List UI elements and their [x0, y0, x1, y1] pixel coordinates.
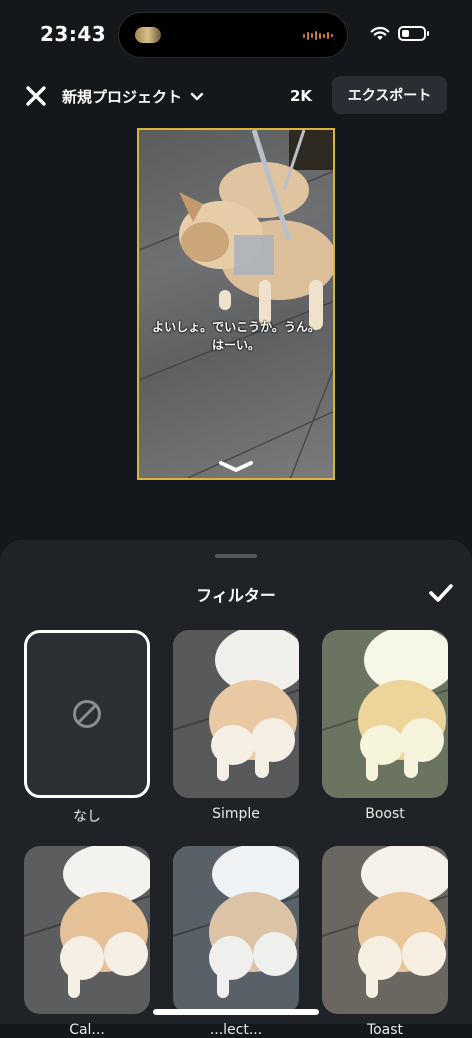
filter-label: なし — [73, 809, 101, 825]
prohibited-icon — [73, 700, 101, 728]
dog-tail-image — [173, 630, 299, 798]
editor-toolbar: 新規プロジェクト 2K エクスポート — [0, 76, 472, 116]
filter-thumbnail — [24, 846, 150, 1014]
filter-thumbnail — [322, 630, 448, 798]
audio-waveform-icon — [303, 31, 333, 40]
sheet-title: フィルター — [196, 586, 276, 605]
resolution-button[interactable]: 2K — [290, 87, 312, 105]
dog-tail-image — [322, 846, 448, 1014]
subtitle-caption[interactable]: よいしょ。でいこうか。うん。はーい。 — [149, 318, 323, 354]
chevron-down-icon[interactable] — [218, 460, 254, 474]
project-title: 新規プロジェクト — [62, 88, 183, 106]
checkmark-icon[interactable] — [428, 582, 454, 604]
dog-tail-image — [24, 846, 150, 1014]
video-preview[interactable]: よいしょ。でいこうか。うん。はーい。 — [137, 128, 335, 480]
preview-frame-image — [139, 130, 333, 478]
home-indicator[interactable] — [153, 1009, 319, 1015]
now-playing-thumbnail — [135, 27, 161, 43]
status-bar: 23:43 — [0, 0, 472, 70]
close-icon[interactable] — [24, 84, 48, 108]
filter-label: Boost — [365, 806, 405, 822]
filter-thumbnail — [24, 630, 150, 798]
filter-sheet: フィルター なし Simple Boost Cal... ...lect... … — [0, 540, 472, 1038]
sheet-grabber[interactable] — [215, 554, 257, 558]
filter-item-boost[interactable]: Boost — [322, 630, 448, 822]
filter-label: Toast — [366, 1022, 404, 1038]
export-button[interactable]: エクスポート — [332, 76, 447, 114]
filter-item-simple[interactable]: Simple — [173, 630, 299, 822]
filter-item-4[interactable]: Cal... — [24, 846, 150, 1038]
filter-label: Cal... — [69, 1022, 105, 1038]
chevron-down-icon — [190, 92, 204, 100]
battery-icon — [398, 26, 429, 41]
status-time: 23:43 — [40, 22, 107, 46]
dog-tail-image — [322, 630, 448, 798]
project-title-dropdown[interactable]: 新規プロジェクト — [62, 86, 204, 107]
battery-level — [402, 30, 409, 37]
filter-item-toast[interactable]: Toast — [322, 846, 448, 1038]
filter-label: Simple — [212, 806, 260, 822]
filter-label: ...lect... — [209, 1022, 263, 1038]
dog-tail-image — [173, 846, 299, 1014]
filter-thumbnail — [173, 630, 299, 798]
filter-item-none[interactable]: なし — [24, 630, 150, 826]
dynamic-island — [118, 12, 348, 58]
filter-thumbnail — [173, 846, 299, 1014]
filter-thumbnail — [322, 846, 448, 1014]
wifi-icon — [370, 26, 390, 40]
